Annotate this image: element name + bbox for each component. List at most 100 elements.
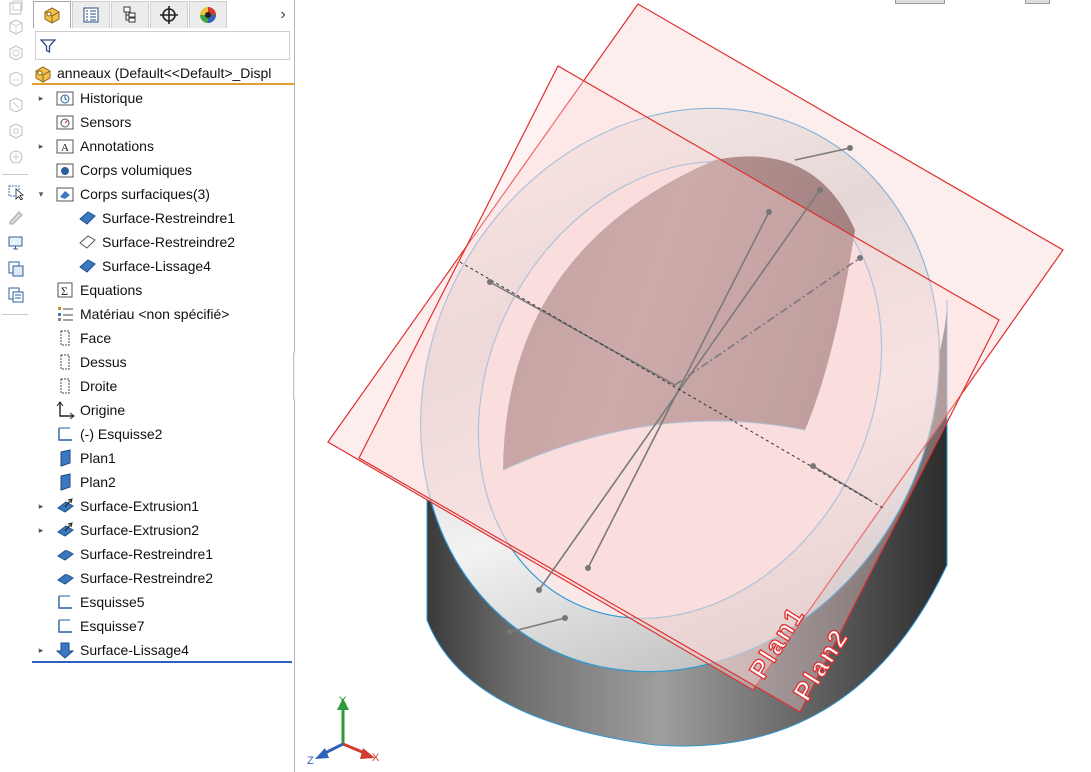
part-icon-2[interactable] [7,18,25,36]
tree-expander[interactable]: ▸ [36,644,46,656]
tree-expander [36,404,46,416]
tree-item-label: Origine [80,402,126,418]
surface-loft-icon [55,641,75,659]
part-root-icon [35,66,51,83]
tree-expander [36,356,46,368]
tree-item[interactable]: ▸ A Annotations [32,134,294,158]
tree-item[interactable]: Matériau <non spécifié> [32,302,294,326]
displaymanager-icon [200,7,216,23]
tree-expander [36,596,46,608]
triad-z-label: Z [307,755,314,767]
model-view[interactable] [295,0,1091,772]
tree-item[interactable]: ▸ Historique [32,86,294,110]
tree-expander [36,452,46,464]
surface-extrude-icon [56,521,75,539]
tree-item-label: Surface-Extrusion1 [80,498,200,514]
tree-expander[interactable]: ▸ [36,524,46,536]
tree-item[interactable]: Plan2 [32,470,294,494]
select-icon[interactable] [7,182,25,200]
tree-item[interactable]: Surface-Restreindre1 [32,542,294,566]
tree-item-label: Surface-Lissage4 [102,258,211,274]
toolbar-separator [2,174,28,175]
tree-item[interactable]: Dessus [32,350,294,374]
tree-item-label: Surface-Extrusion2 [80,522,200,538]
sketch-icon [56,593,75,611]
reference-triad[interactable]: Y X Z [305,692,385,768]
paste-icon[interactable] [7,286,25,304]
tabs-more-chevron[interactable]: › [276,6,290,24]
tree-root[interactable]: anneaux (Default<<Default>_Displ [32,63,294,85]
equations-icon: Σ [56,281,75,299]
tree-item[interactable]: Face [32,326,294,350]
part-icon-3[interactable] [7,44,25,62]
tree-item[interactable]: Surface-Lissage4 [32,254,294,278]
tree-item[interactable]: Esquisse5 [32,590,294,614]
tree-item[interactable]: Surface-Restreindre2 [32,566,294,590]
tree-item[interactable]: ▸ Surface-Extrusion1 [32,494,294,518]
tree-item-label: Surface-Restreindre1 [102,210,236,226]
tree-item-label: Esquisse5 [80,594,145,610]
tree-item-label: Esquisse7 [80,618,145,634]
tree-item[interactable]: Surface-Restreindre2 [32,230,294,254]
tree-item[interactable]: (-) Esquisse2 [32,422,294,446]
tree-item[interactable]: Origine [32,398,294,422]
tree-expander [36,572,46,584]
view-toolbar-button[interactable] [1025,0,1050,4]
solid-bodies-icon [56,161,75,179]
tree-item[interactable]: ▾ Corps surfaciques(3) [32,182,294,206]
ref-plane-icon [56,449,75,467]
tree-item[interactable]: ▸ Surface-Lissage4 [32,638,294,662]
filter-icon [40,39,56,54]
graphics-area[interactable]: Plan1 Plan2 Y X Z [295,0,1091,772]
tree-expander [58,260,68,272]
part-icon-7[interactable] [7,148,25,166]
tab-configurationmanager[interactable] [111,1,149,28]
tree-item-label: Matériau <non spécifié> [80,306,230,322]
tab-propertymanager[interactable] [72,1,110,28]
tree-expander[interactable]: ▸ [36,500,46,512]
edit-icon[interactable] [7,208,25,226]
tree-item-label: Plan2 [80,474,116,490]
tree-item[interactable]: Esquisse7 [32,614,294,638]
part-icon-6[interactable] [7,122,25,140]
tree-expander [36,380,46,392]
tree-expander [36,308,46,320]
plane-icon [56,377,75,395]
z-arrow [315,748,329,759]
part-icon-1[interactable] [7,0,25,18]
tree-item[interactable]: Corps volumiques [32,158,294,182]
copy-icon[interactable] [7,260,25,278]
tree-item[interactable]: Sensors [32,110,294,134]
triad-y-label: Y [339,695,347,707]
tree-item[interactable]: Plan1 [32,446,294,470]
tree-item[interactable]: Surface-Restreindre1 [32,206,294,230]
rollback-bar[interactable] [32,661,292,663]
surface-body-icon [78,209,97,227]
tree-item-label: Sensors [80,114,132,130]
tab-displaymanager[interactable] [189,1,227,28]
dimxpert-icon [160,6,178,24]
part-icon-4[interactable] [7,70,25,88]
tree-item[interactable]: ▸ Surface-Extrusion2 [32,518,294,542]
tree-expander[interactable]: ▸ [36,140,46,152]
tab-featuremanager[interactable] [33,1,71,28]
tree-item[interactable]: Σ Equations [32,278,294,302]
view-toolbar-button[interactable] [895,0,945,4]
tab-dimxpert[interactable] [150,1,188,28]
left-toolbar [0,0,32,772]
tree-item-label: Corps volumiques [80,162,193,178]
surface-extrude-icon [56,497,75,515]
surface-body-outline-icon [78,233,97,251]
part-icon-5[interactable] [7,96,25,114]
tree-expander [36,284,46,296]
tree-expander[interactable]: ▸ [36,92,46,104]
display-icon[interactable] [7,234,25,252]
material-icon [56,305,75,323]
filter-field[interactable] [35,31,290,60]
tree-item[interactable]: Droite [32,374,294,398]
sensors-icon [56,113,75,131]
tree-expander[interactable]: ▾ [36,188,46,200]
ref-plane-icon [56,473,75,491]
annotations-icon: A [56,137,75,155]
tree-expander [36,476,46,488]
